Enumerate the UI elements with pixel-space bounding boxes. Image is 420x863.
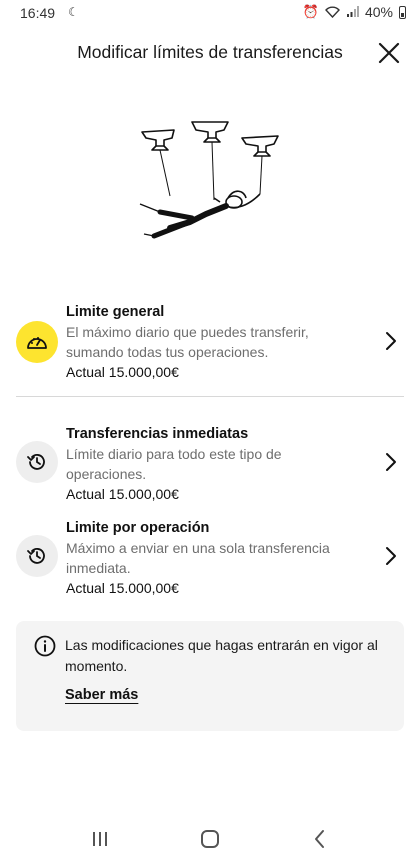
learn-more-link[interactable]: Saber más — [65, 687, 138, 703]
gauge-icon-container — [16, 321, 58, 363]
header: Modificar límites de transferencias — [0, 38, 420, 70]
system-nav-bar — [0, 815, 420, 863]
item-description: Límite diario para todo este tipo de ope… — [66, 446, 282, 482]
recent-apps-icon[interactable] — [86, 827, 114, 851]
limit-general-item[interactable]: Limite general El máximo diario que pued… — [0, 300, 420, 382]
home-icon[interactable] — [196, 827, 224, 851]
battery-icon — [399, 5, 406, 19]
history-clock-icon — [27, 548, 45, 564]
alarm-icon: ⏰ — [302, 4, 319, 19]
close-icon[interactable] — [376, 40, 402, 66]
item-title: Limite por operación — [66, 520, 210, 536]
chevron-right-icon — [386, 547, 396, 565]
info-text: Las modificaciones que hagas entrarán en… — [65, 637, 378, 674]
item-current-value: Actual 15.000,00€ — [66, 486, 179, 502]
status-time: 16:49 — [20, 5, 56, 21]
item-title: Limite general — [66, 304, 165, 320]
instant-transfers-item[interactable]: Transferencias inmediatas Límite diario … — [0, 422, 420, 504]
back-icon[interactable] — [306, 827, 334, 851]
chevron-right-icon — [386, 453, 396, 471]
item-description: El máximo diario que puedes transferir, … — [66, 324, 309, 360]
battery-percent: 40% — [364, 4, 393, 20]
history-icon-container — [16, 441, 58, 483]
item-title: Transferencias inmediatas — [66, 426, 249, 442]
gauge-icon — [27, 337, 47, 349]
status-bar: 16:49 ☾ ⏰ 40% — [0, 0, 420, 26]
history-clock-icon — [27, 454, 45, 470]
page-title: Modificar límites de transferencias — [77, 42, 343, 62]
per-operation-limit-item[interactable]: Limite por operación Máximo a enviar en … — [0, 516, 420, 598]
divider — [16, 396, 404, 397]
info-box: Las modificaciones que hagas entrarán en… — [16, 621, 404, 731]
notification-icon: ☾ — [68, 5, 79, 19]
item-current-value: Actual 15.000,00€ — [66, 580, 179, 596]
signal-icon — [346, 6, 359, 17]
history-icon-container — [16, 535, 58, 577]
info-icon — [34, 635, 56, 657]
wifi-icon — [325, 6, 340, 18]
item-description: Máximo a enviar en una sola transferenci… — [66, 540, 330, 576]
item-current-value: Actual 15.000,00€ — [66, 364, 179, 380]
flying-person-anvils-illustration — [139, 121, 279, 239]
chevron-right-icon — [386, 332, 396, 350]
